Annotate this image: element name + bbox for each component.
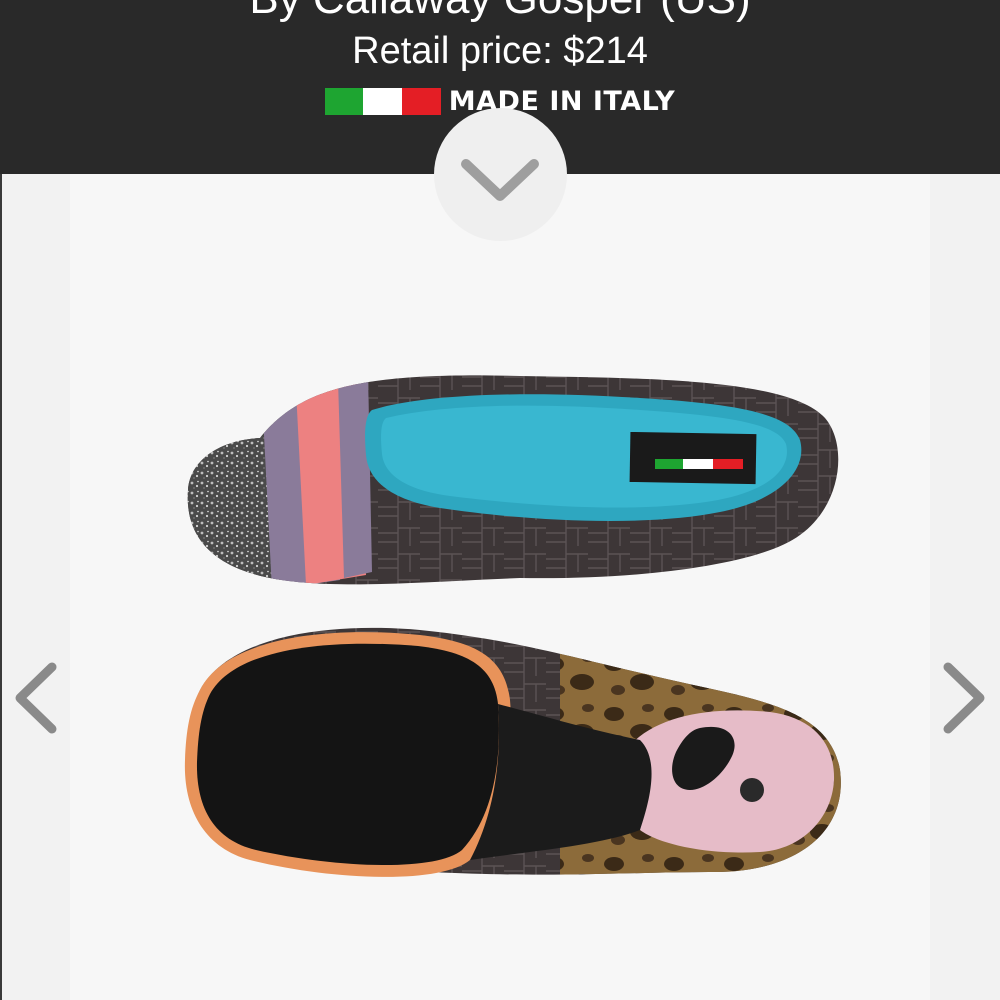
shoe-sole-view [184, 627, 841, 877]
product-page: By Callaway Gosper (US) Retail price: $2… [0, 0, 1000, 1000]
chevron-left-icon [15, 662, 57, 734]
chevron-down-icon [461, 159, 539, 201]
chevron-right-icon [943, 662, 985, 734]
previous-image-button[interactable] [6, 653, 66, 743]
next-image-button[interactable] [934, 653, 994, 743]
expand-details-button[interactable] [434, 108, 567, 241]
italian-flag-label-icon [629, 431, 757, 485]
shoe-top-view [187, 375, 839, 585]
